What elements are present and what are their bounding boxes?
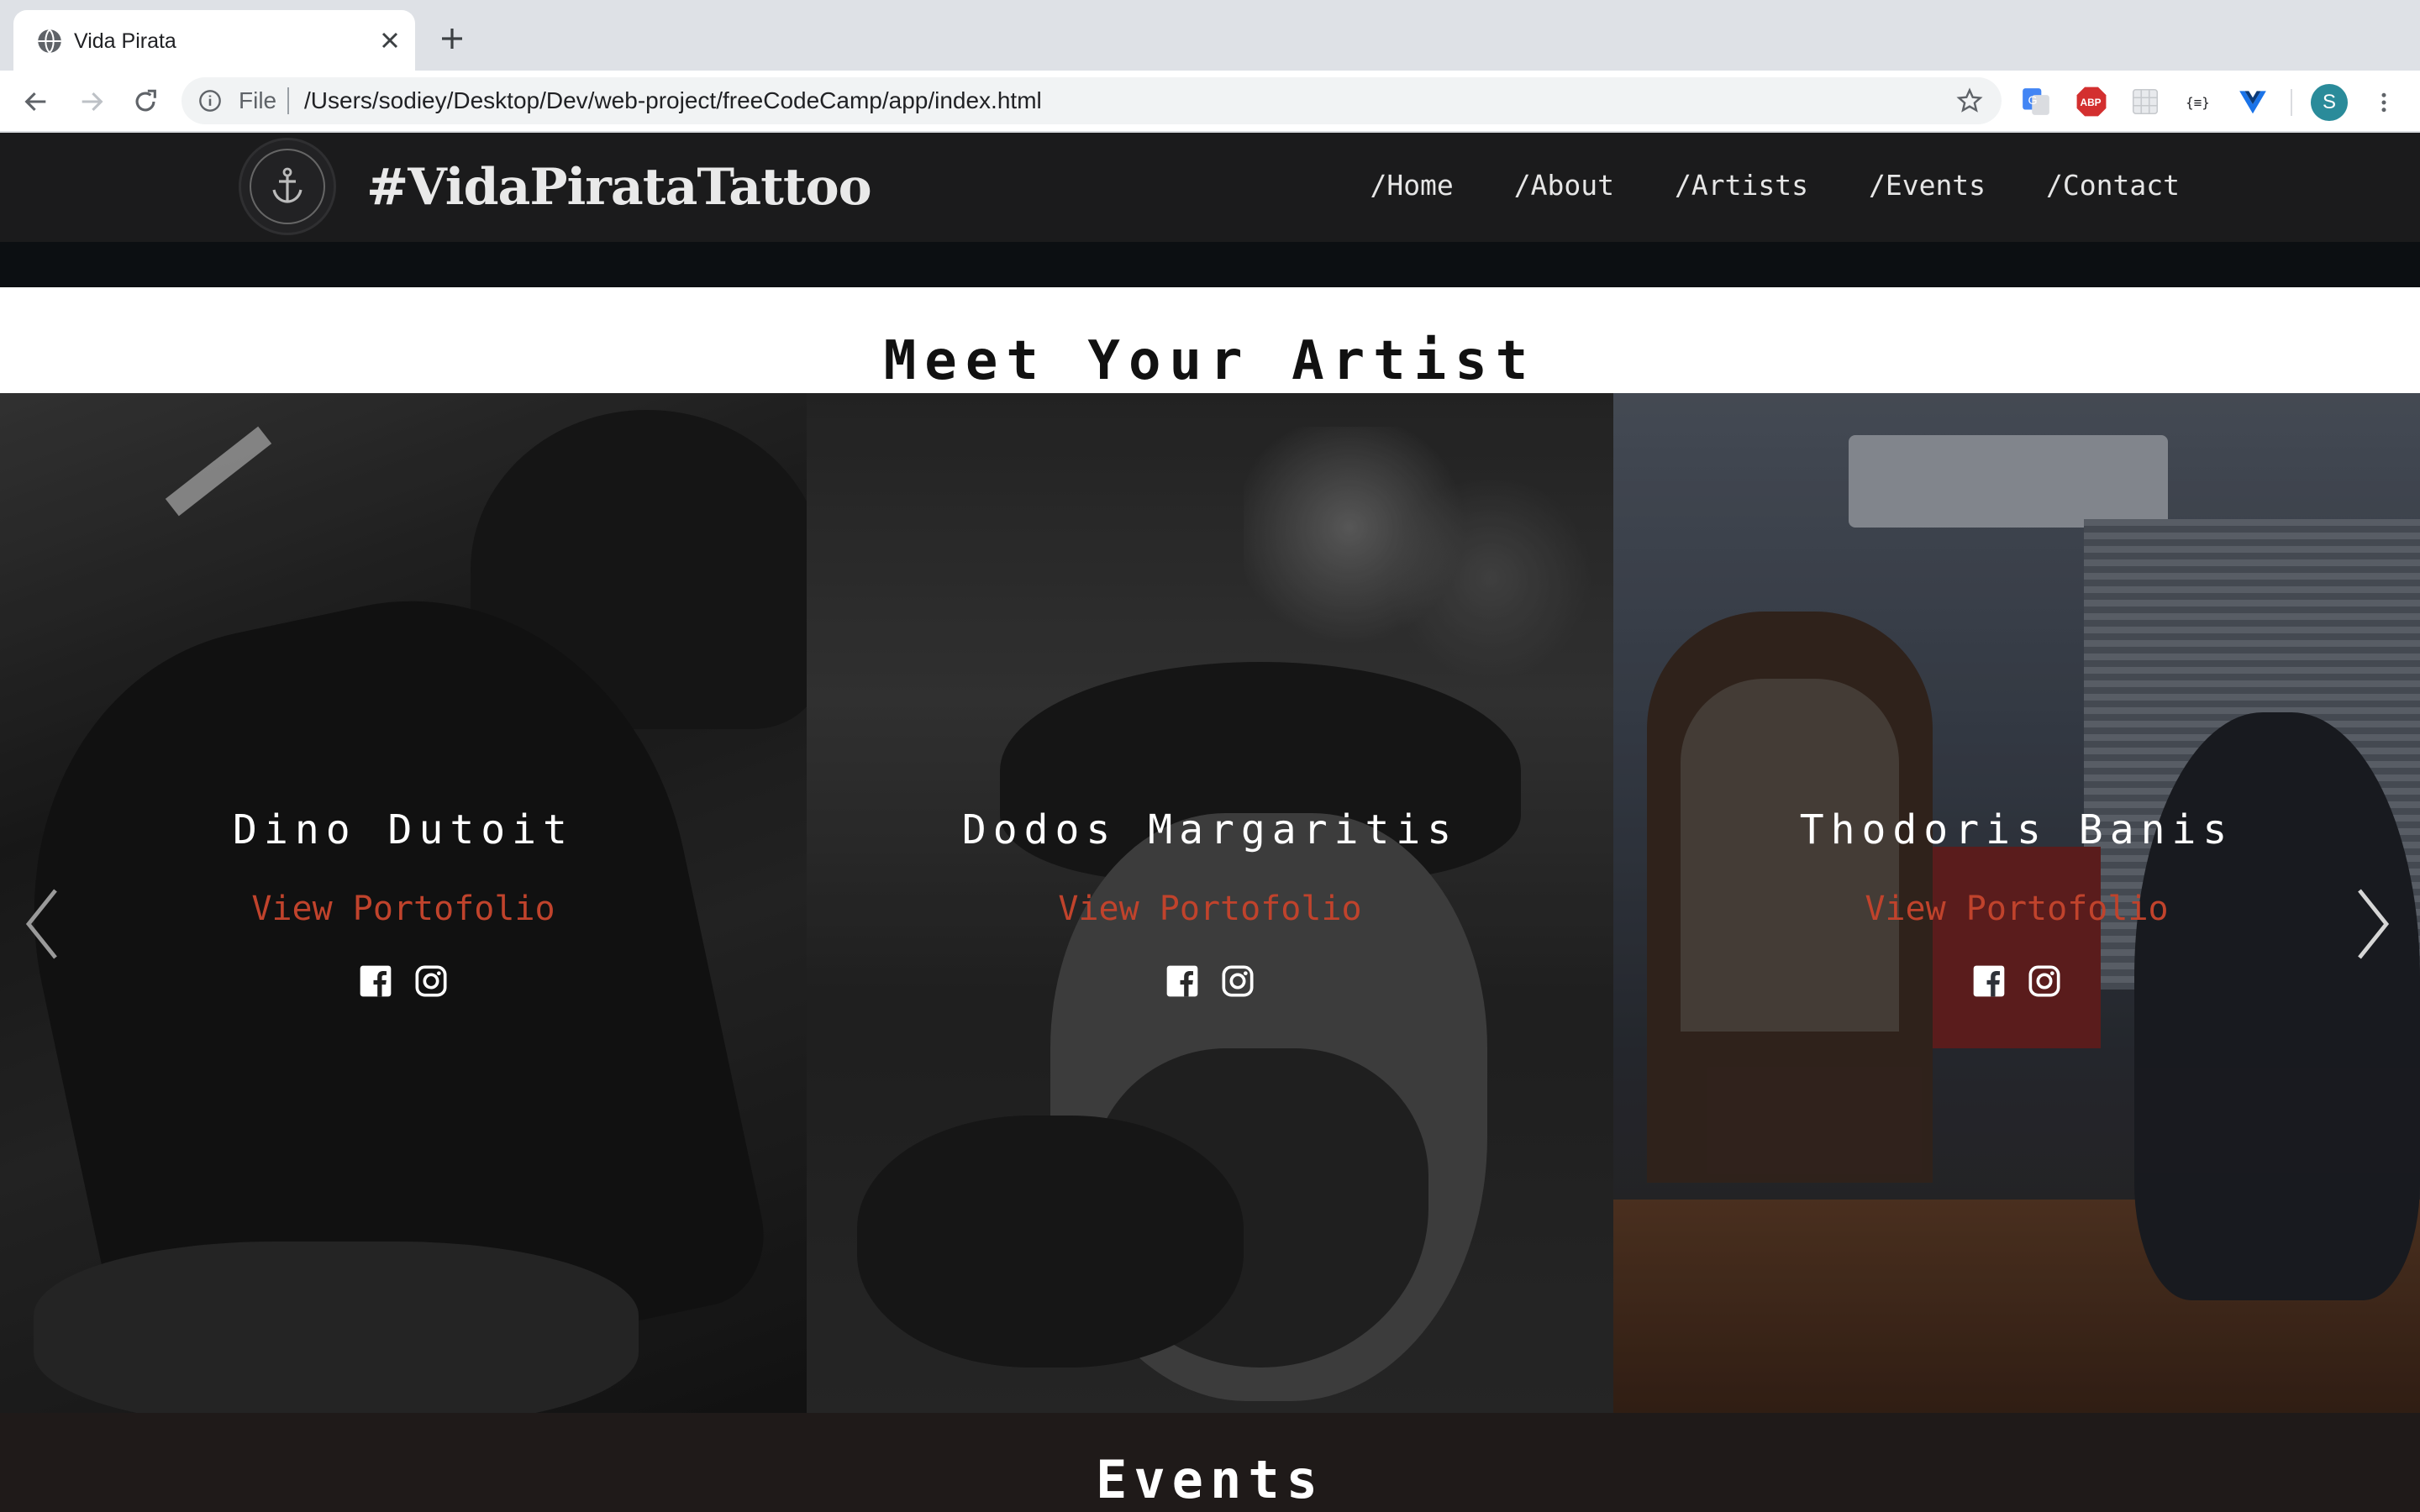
section-title: Meet Your Artist [883,330,1537,392]
nav-about[interactable]: /About [1514,168,1614,203]
instagram-icon[interactable] [2028,964,2061,998]
carousel-next-icon[interactable] [2353,884,2393,964]
events-title: Events [1096,1449,1324,1510]
tab-title: Vida Pirata [74,29,176,53]
instagram-icon[interactable] [1221,964,1255,998]
nav-home[interactable]: /Home [1370,168,1453,203]
url-text[interactable]: /Users/sodiey/Desktop/Dev/web-project/fr… [304,87,1042,115]
svg-text:G: G [2028,94,2038,108]
close-icon[interactable] [376,27,403,54]
artist-socials [807,964,1613,998]
artist-card: Thodoris Banis View Portofolio [1613,393,2420,1413]
artist-name: Dino Dutoit [233,806,574,853]
view-portfolio-link[interactable]: View Portofolio [807,887,1613,931]
facebook-icon[interactable] [359,964,392,998]
vue-devtools-icon[interactable] [2237,86,2269,118]
bookmark-star-icon[interactable] [1956,87,1983,114]
new-tab-icon[interactable] [439,25,466,52]
address-divider [287,87,289,114]
main-nav: /Home /About /Artists /Events /Contact [1370,168,2180,203]
nav-events[interactable]: /Events [1869,168,1986,203]
nav-artists[interactable]: /Artists [1675,168,1808,203]
google-translate-icon[interactable]: G [2020,86,2052,118]
facebook-icon[interactable] [1165,964,1199,998]
artist-card: Dodos Margaritis View Portofolio [807,393,1613,1413]
facebook-icon[interactable] [1972,964,2006,998]
anchor-icon [272,167,302,203]
browser-tabstrip: Vida Pirata [0,0,2420,71]
toolbar-divider [2291,89,2292,116]
adblock-plus-icon[interactable]: ABP [2075,86,2107,118]
globe-icon [38,29,61,54]
brand-title[interactable]: #VidaPirataTattoo [366,158,872,217]
instagram-icon[interactable] [414,964,448,998]
info-icon[interactable] [198,89,222,113]
logo-anchor-icon[interactable] [239,138,336,235]
svg-text:{≡}: {≡} [2186,94,2210,110]
profile-avatar[interactable]: S [2311,84,2348,121]
artist-card: Dino Dutoit View Portofolio [0,393,807,1413]
browser-toolbar: File /Users/sodiey/Desktop/Dev/web-proje… [0,71,2420,133]
artist-socials [1613,964,2420,998]
artist-socials [0,964,807,998]
svg-text:ABP: ABP [2081,97,2102,108]
artist-name: Thodoris Banis [1799,806,2234,853]
view-portfolio-link[interactable]: View Portofolio [0,887,807,931]
carousel-prev-icon[interactable] [22,884,62,964]
site-header: #VidaPirataTattoo /Home /About /Artists … [0,133,2420,242]
more-menu-icon[interactable] [2371,87,2396,118]
file-scheme-label: File [239,87,277,113]
logo-ring [250,149,325,224]
reload-icon[interactable] [131,87,160,116]
json-viewer-icon[interactable]: {≡} [2183,86,2215,118]
view-portfolio-link[interactable]: View Portofolio [1613,887,2420,931]
browser-tab[interactable]: Vida Pirata [13,10,415,71]
address-bar[interactable]: File /Users/sodiey/Desktop/Dev/web-proje… [182,77,2002,124]
back-arrow-icon[interactable] [22,87,50,116]
header-bottom-strip [0,242,2420,287]
events-section: Events [0,1413,2420,1512]
forward-arrow-icon[interactable] [77,87,106,116]
artists-carousel: Dino Dutoit View Portofolio Dodos Margar… [0,393,2420,1413]
nav-contact[interactable]: /Contact [2046,168,2180,203]
extension-grid-icon[interactable] [2129,86,2161,118]
artist-name: Dodos Margaritis [961,806,1459,853]
